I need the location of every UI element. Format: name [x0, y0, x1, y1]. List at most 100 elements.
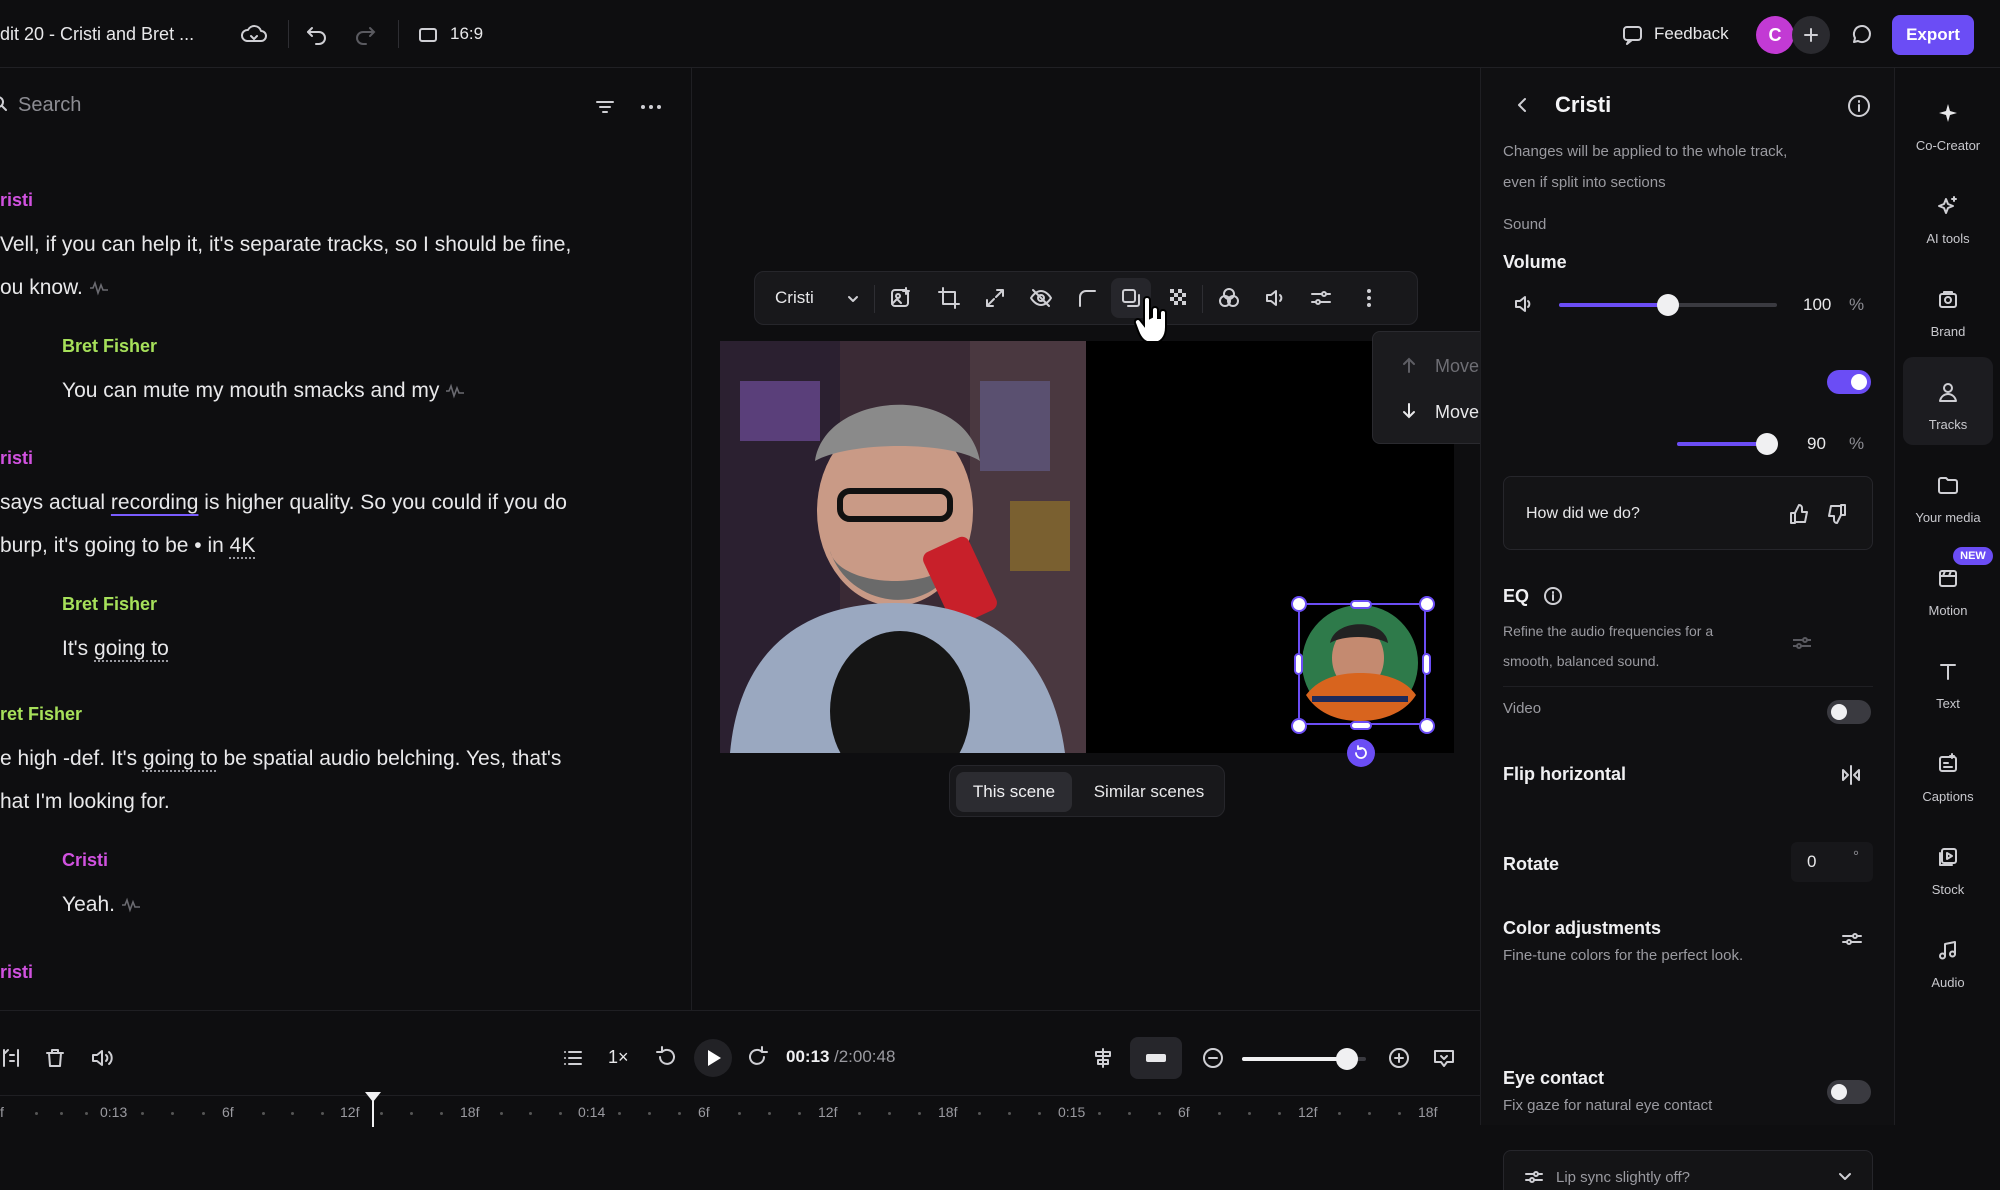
color-settings-icon[interactable]	[1841, 930, 1863, 948]
transcript-line[interactable]: Vell, if you can help it, it's separate …	[0, 233, 571, 257]
transcript-line[interactable]: ou know.	[0, 276, 109, 300]
fit-timeline-button[interactable]	[1130, 1037, 1182, 1079]
split-icon[interactable]	[0, 1047, 22, 1069]
transcript-line[interactable]: hat I'm looking for.	[0, 790, 170, 814]
speaker-label[interactable]: Bret Fisher	[62, 336, 157, 357]
arrow-down-icon	[1401, 402, 1417, 420]
eye-contact-toggle[interactable]	[1827, 1080, 1871, 1104]
redo-icon[interactable]	[352, 22, 378, 46]
rotate-input[interactable]: 0 °	[1791, 842, 1873, 882]
more-options-icon[interactable]	[640, 104, 662, 110]
timeline-ruler[interactable]: f 0:13 6f 12f 18f 0:14 6f 12f 18f 0:15 6f 12f 18f	[0, 1095, 1480, 1126]
strength-slider[interactable]	[1677, 442, 1777, 446]
zoom-slider[interactable]	[1242, 1057, 1366, 1061]
this-scene-button[interactable]: This scene	[956, 772, 1072, 812]
resize-handle[interactable]	[1422, 653, 1431, 675]
replace-media-icon[interactable]	[889, 286, 913, 310]
resize-handle[interactable]	[1350, 600, 1372, 609]
nav-co-creator[interactable]: Co-Creator	[1903, 78, 1993, 166]
comment-marker-icon[interactable]	[1432, 1047, 1456, 1069]
resize-handle[interactable]	[1350, 721, 1372, 730]
nav-your-media[interactable]: Your media	[1903, 450, 1993, 538]
zoom-slider-handle[interactable]	[1336, 1048, 1358, 1070]
adjustments-icon[interactable]	[1309, 286, 1333, 310]
nav-audio[interactable]: Audio	[1903, 915, 1993, 1003]
aspect-ratio-button[interactable]: 16:9	[418, 24, 462, 46]
nav-stock[interactable]: Stock	[1903, 822, 1993, 910]
volume-slider[interactable]	[1559, 303, 1777, 307]
video-preview[interactable]	[720, 341, 1454, 753]
volume-value[interactable]: 100	[1803, 295, 1831, 315]
resize-handle[interactable]	[1419, 718, 1435, 734]
expand-icon[interactable]	[983, 286, 1007, 310]
transcript-line[interactable]: burp, it's going to be • in 4K	[0, 534, 255, 558]
resize-handle[interactable]	[1294, 653, 1303, 675]
transcript-line[interactable]: e high -def. It's going to be spatial au…	[0, 747, 561, 771]
resize-handle[interactable]	[1419, 596, 1435, 612]
volume-slider-handle[interactable]	[1657, 294, 1679, 316]
comment-icon[interactable]	[1850, 24, 1872, 46]
hide-icon[interactable]	[1029, 286, 1053, 310]
crop-icon[interactable]	[937, 286, 961, 310]
nav-text[interactable]: Text	[1903, 636, 1993, 724]
transcript-line[interactable]: Yeah.	[62, 893, 141, 917]
nav-captions[interactable]: Captions	[1903, 729, 1993, 817]
rotate-handle[interactable]	[1347, 739, 1375, 767]
info-icon[interactable]	[1847, 94, 1871, 118]
search-input[interactable]: Search	[18, 94, 558, 120]
feedback-button[interactable]: Feedback	[1622, 20, 1734, 50]
resize-handle[interactable]	[1291, 718, 1307, 734]
speaker-label[interactable]: risti	[0, 190, 33, 211]
eq-info-icon[interactable]	[1543, 586, 1563, 606]
list-icon[interactable]	[562, 1047, 584, 1069]
transcript-line[interactable]: It's going to	[62, 637, 169, 661]
eq-settings-icon[interactable]	[1791, 634, 1813, 652]
strength-slider-handle[interactable]	[1756, 433, 1778, 455]
speaker-label[interactable]: Bret Fisher	[62, 594, 157, 615]
nav-tracks[interactable]: Tracks	[1903, 357, 1993, 445]
corner-radius-icon[interactable]	[1075, 286, 1099, 310]
volume-icon[interactable]	[90, 1047, 114, 1069]
add-collaborator-button[interactable]	[1792, 16, 1830, 54]
color-filter-icon[interactable]	[1217, 286, 1241, 310]
speaker-label[interactable]: Cristi	[62, 850, 108, 871]
timeline-layout-icon[interactable]	[1092, 1047, 1114, 1069]
playback-speed-button[interactable]: 1×	[608, 1047, 629, 1068]
zoom-in-icon[interactable]	[1388, 1047, 1410, 1069]
track-selector-dropdown[interactable]: Cristi	[775, 286, 865, 312]
lip-sync-card[interactable]: Lip sync slightly off?	[1503, 1150, 1873, 1190]
flip-horizontal-icon[interactable]	[1839, 764, 1863, 786]
nav-motion[interactable]: NEW Motion	[1903, 543, 1993, 631]
user-avatar[interactable]: C	[1756, 16, 1794, 54]
resize-handle[interactable]	[1291, 596, 1307, 612]
zoom-out-icon[interactable]	[1202, 1047, 1224, 1069]
transcript-line[interactable]: You can mute my mouth smacks and my	[62, 379, 465, 403]
strength-value[interactable]: 90	[1807, 434, 1826, 454]
rewind-5-icon[interactable]	[654, 1045, 678, 1069]
audio-feature-toggle[interactable]	[1827, 370, 1871, 394]
similar-scenes-button[interactable]: Similar scenes	[1078, 772, 1220, 812]
timeline-dot	[978, 1112, 981, 1115]
more-vertical-icon[interactable]	[1357, 286, 1381, 310]
thumbs-down-icon[interactable]	[1826, 503, 1848, 525]
undo-icon[interactable]	[304, 22, 330, 46]
back-chevron-icon[interactable]	[1515, 96, 1529, 114]
export-button[interactable]: Export	[1892, 15, 1974, 55]
volume-icon[interactable]	[1263, 286, 1287, 310]
speaker-label[interactable]: risti	[0, 962, 33, 983]
nav-brand[interactable]: Brand	[1903, 264, 1993, 352]
cloud-sync-icon[interactable]	[240, 22, 268, 46]
filter-icon[interactable]	[594, 98, 616, 116]
transcript-line[interactable]: says actual recording is higher quality.…	[0, 491, 567, 515]
speaker-label[interactable]: risti	[0, 448, 33, 469]
trash-icon[interactable]	[44, 1047, 66, 1069]
speaker-label[interactable]: ret Fisher	[0, 704, 82, 725]
nav-ai-tools[interactable]: AI tools	[1903, 171, 1993, 259]
project-title[interactable]: dit 20 - Cristi and Bret ...	[0, 24, 194, 45]
eq-toggle[interactable]	[1827, 700, 1871, 724]
play-button[interactable]	[694, 1039, 732, 1077]
timeline-dot	[858, 1112, 861, 1115]
thumbs-up-icon[interactable]	[1788, 503, 1810, 525]
forward-5-icon[interactable]	[746, 1045, 770, 1069]
timeline-dot	[380, 1112, 383, 1115]
